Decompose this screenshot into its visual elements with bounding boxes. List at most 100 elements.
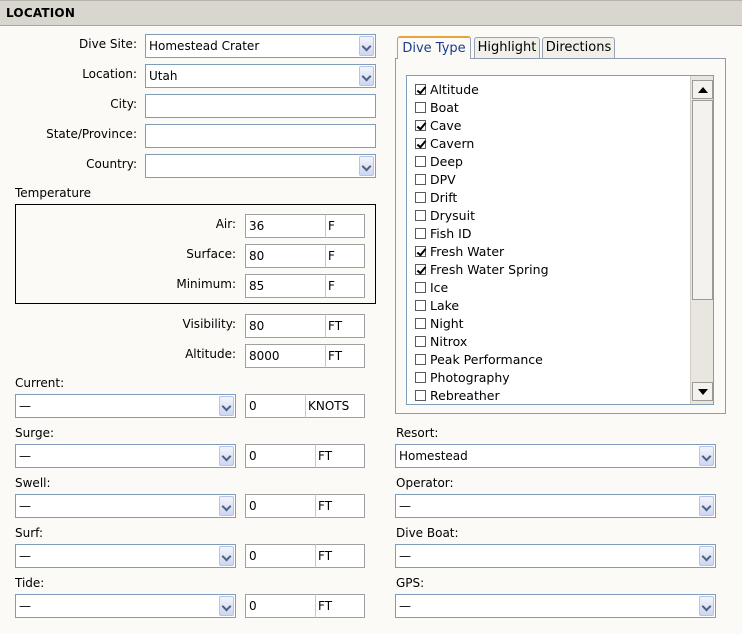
dive-type-label: Drift <box>430 190 458 205</box>
chevron-down-icon[interactable] <box>359 66 374 86</box>
chevron-down-icon[interactable] <box>219 596 234 616</box>
city-label: City: <box>110 97 137 111</box>
dive-site-value: Homestead Crater <box>149 39 260 53</box>
tab-directions[interactable]: Directions <box>542 37 615 58</box>
dive-type-label: Drysuit <box>430 208 475 223</box>
visibility-input[interactable]: 80 <box>245 314 326 338</box>
tide-combo[interactable]: — <box>15 594 236 618</box>
checkbox-unchecked[interactable] <box>415 192 426 203</box>
surge-input[interactable]: 0 <box>245 444 316 468</box>
checkbox-unchecked[interactable] <box>415 102 426 113</box>
surf-label: Surf: <box>15 526 43 540</box>
surf-combo[interactable]: — <box>15 544 236 568</box>
swell-combo[interactable]: — <box>15 494 236 518</box>
checkbox-checked[interactable] <box>415 246 426 257</box>
surge-value: 0 <box>249 449 257 463</box>
state-field[interactable] <box>145 124 376 148</box>
checkbox-unchecked[interactable] <box>415 372 426 383</box>
swell-input[interactable]: 0 <box>245 494 316 518</box>
minimum-input[interactable]: 85 <box>245 274 326 298</box>
checkbox-unchecked[interactable] <box>415 210 426 221</box>
chevron-down-icon[interactable] <box>219 546 234 566</box>
surf-input[interactable]: 0 <box>245 544 316 568</box>
chevron-down-icon[interactable] <box>359 156 374 176</box>
swell-label: Swell: <box>15 476 51 490</box>
surge-combo[interactable]: — <box>15 444 236 468</box>
tab-highlight[interactable]: Highlight <box>474 37 540 58</box>
chevron-down-icon[interactable] <box>699 546 714 566</box>
current-value: 0 <box>249 399 257 413</box>
section-header: LOCATION <box>0 0 742 26</box>
checkbox-unchecked[interactable] <box>415 300 426 311</box>
location-label: Location: <box>82 67 137 81</box>
surface-unit: F <box>325 244 365 268</box>
dive-type-list[interactable]: Altitude Boat Cave Cavern Deep DPV Drift Drysui… <box>406 75 714 405</box>
surface-value: 80 <box>249 249 265 263</box>
visibility-value: 80 <box>249 319 265 333</box>
resort-combo[interactable]: Homestead <box>395 444 716 468</box>
swell-value: 0 <box>249 499 257 513</box>
checkbox-unchecked[interactable] <box>415 228 426 239</box>
chevron-down-icon[interactable] <box>359 36 374 56</box>
location-combo[interactable]: Utah <box>145 64 376 88</box>
current-unit: KNOTS <box>305 394 365 418</box>
dive-site-label: Dive Site: <box>79 37 137 51</box>
chevron-down-icon[interactable] <box>699 496 714 516</box>
checkbox-checked[interactable] <box>415 264 426 275</box>
altitude-unit-text: FT <box>328 349 343 363</box>
checkbox-checked[interactable] <box>415 138 426 149</box>
current-input[interactable]: 0 <box>245 394 306 418</box>
checkbox-unchecked[interactable] <box>415 282 426 293</box>
dive-type-label: Night <box>430 316 464 331</box>
air-unit: F <box>325 214 365 238</box>
gps-label: GPS: <box>396 576 425 590</box>
checkbox-unchecked[interactable] <box>415 390 426 401</box>
surge-unit-text: FT <box>318 449 333 463</box>
air-input[interactable]: 36 <box>245 214 326 238</box>
chevron-down-icon[interactable] <box>219 396 234 416</box>
dive-site-combo[interactable]: Homestead Crater <box>145 34 376 58</box>
city-field[interactable] <box>145 94 376 118</box>
minimum-label: Minimum: <box>176 277 236 291</box>
swell-unit-text: FT <box>318 499 333 513</box>
checkbox-unchecked[interactable] <box>415 174 426 185</box>
state-label: State/Province: <box>46 127 137 141</box>
surface-input[interactable]: 80 <box>245 244 326 268</box>
scroll-thumb[interactable] <box>692 100 713 300</box>
gps-value: — <box>399 599 411 613</box>
visibility-label: Visibility: <box>182 317 236 331</box>
checkbox-unchecked[interactable] <box>415 318 426 329</box>
checkbox-unchecked[interactable] <box>415 354 426 365</box>
chevron-down-icon[interactable] <box>699 596 714 616</box>
minimum-unit: F <box>325 274 365 298</box>
checkbox-checked[interactable] <box>415 120 426 131</box>
altitude-input[interactable]: 8000 <box>245 344 326 368</box>
country-label: Country: <box>86 157 137 171</box>
tide-input[interactable]: 0 <box>245 594 316 618</box>
country-combo[interactable] <box>145 154 376 178</box>
dive-type-label: Altitude <box>430 82 479 97</box>
tab-dive-type[interactable]: Dive Type <box>397 36 471 59</box>
current-combo[interactable]: — <box>15 394 236 418</box>
operator-combo[interactable]: — <box>395 494 716 518</box>
checkbox-unchecked[interactable] <box>415 336 426 347</box>
scroll-down-button[interactable] <box>692 382 713 401</box>
tab-dive-type-label: Dive Type <box>402 41 466 56</box>
visibility-unit: FT <box>325 314 365 338</box>
dive-type-label: DPV <box>430 172 456 187</box>
dive-type-label: Peak Performance <box>430 352 543 367</box>
chevron-down-icon[interactable] <box>699 446 714 466</box>
dive-type-label: Lake <box>430 298 460 313</box>
gps-combo[interactable]: — <box>395 594 716 618</box>
surf-value: 0 <box>249 549 257 563</box>
dive-type-label: Nitrox <box>430 334 468 349</box>
chevron-down-icon[interactable] <box>219 446 234 466</box>
scroll-up-button[interactable] <box>692 80 713 99</box>
list-scrollbar[interactable] <box>690 76 713 404</box>
resort-label: Resort: <box>396 426 439 440</box>
chevron-down-icon[interactable] <box>219 496 234 516</box>
tab-directions-label: Directions <box>545 40 612 55</box>
checkbox-checked[interactable] <box>415 84 426 95</box>
dive-boat-combo[interactable]: — <box>395 544 716 568</box>
checkbox-unchecked[interactable] <box>415 156 426 167</box>
